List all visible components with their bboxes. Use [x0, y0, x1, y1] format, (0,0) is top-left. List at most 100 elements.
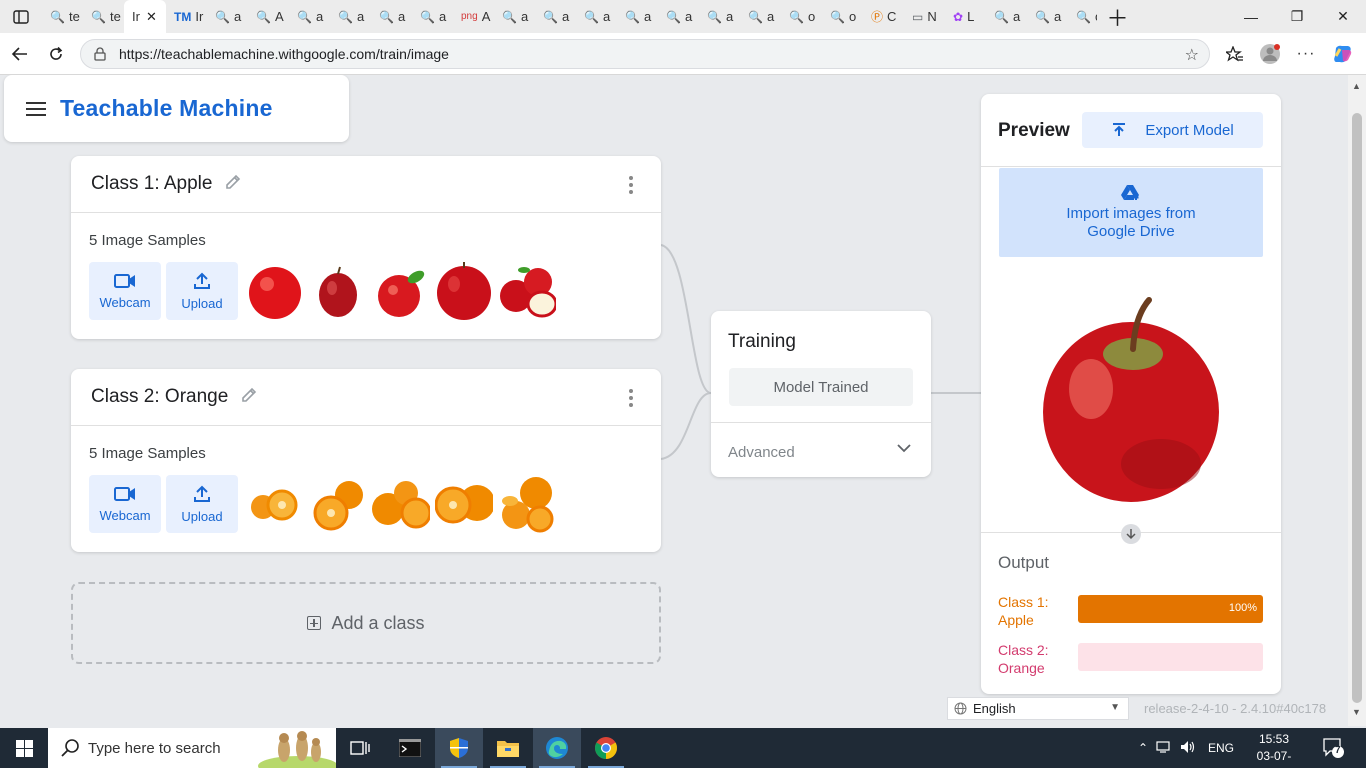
- back-icon[interactable]: [3, 37, 37, 71]
- orange-sample-image[interactable]: [434, 475, 493, 533]
- preview-apple-image: [1041, 294, 1221, 504]
- browser-tab[interactable]: 🔍 a: [699, 0, 740, 33]
- chevron-down-icon[interactable]: [897, 441, 911, 455]
- browser-tab[interactable]: TM Ir: [166, 0, 207, 33]
- terminal-icon[interactable]: [386, 728, 434, 768]
- browser-tab[interactable]: 🔍 a: [986, 0, 1027, 33]
- browser-tab[interactable]: 🔍o: [1068, 0, 1098, 33]
- network-icon[interactable]: [1156, 740, 1180, 757]
- apple-sample-image[interactable]: [497, 262, 556, 320]
- copilot-icon[interactable]: [1326, 37, 1360, 71]
- browser-tab[interactable]: 🔍 a: [740, 0, 781, 33]
- browser-tab[interactable]: 🔍 A: [248, 0, 289, 33]
- orange-sample-image[interactable]: [308, 475, 367, 533]
- class-options-icon[interactable]: [625, 176, 637, 194]
- search-icon: 🔍: [707, 9, 722, 24]
- browser-tab[interactable]: 🔍 a: [576, 0, 617, 33]
- page-scrollbar[interactable]: ▲ ▼: [1348, 75, 1366, 726]
- browser-tab[interactable]: png A: [453, 0, 494, 33]
- advanced-toggle[interactable]: Advanced: [728, 444, 795, 461]
- browser-tab[interactable]: 🔍 a: [412, 0, 453, 33]
- chevron-up-icon[interactable]: ⌃: [1138, 741, 1156, 755]
- class-title[interactable]: Class 2: Orange: [91, 386, 228, 408]
- upload-button[interactable]: Upload: [166, 475, 238, 533]
- edge-browser-icon[interactable]: [533, 728, 581, 768]
- new-tab-button[interactable]: ＋: [1098, 0, 1138, 33]
- browser-tab[interactable]: 🔍 a: [330, 0, 371, 33]
- webcam-button[interactable]: Webcam: [89, 475, 161, 533]
- windows-start-icon[interactable]: [0, 728, 48, 768]
- browser-tab[interactable]: 🔍 a: [535, 0, 576, 33]
- apple-sample-image[interactable]: [308, 262, 367, 320]
- apple-sample-image[interactable]: [434, 262, 493, 320]
- export-model-button[interactable]: Export Model: [1082, 112, 1263, 148]
- class-title[interactable]: Class 1: Apple: [91, 173, 212, 195]
- notification-center-icon[interactable]: 7: [1322, 738, 1344, 758]
- profile-avatar[interactable]: [1253, 37, 1287, 71]
- window-icon: ▭: [912, 9, 924, 24]
- taskbar-search-input[interactable]: Type here to search: [48, 728, 336, 768]
- webcam-button[interactable]: Webcam: [89, 262, 161, 320]
- menu-icon[interactable]: [26, 101, 46, 116]
- train-model-button[interactable]: Model Trained: [729, 368, 913, 406]
- system-clock[interactable]: 15:53 03-07-2025: [1248, 731, 1300, 768]
- browser-tab[interactable]: 🔍 te: [42, 0, 83, 33]
- orange-sample-image[interactable]: [371, 475, 430, 533]
- upload-button[interactable]: Upload: [166, 262, 238, 320]
- search-icon: 🔍: [666, 9, 681, 24]
- page-content: Teachable Machine Class 1: Apple 5 Image…: [0, 75, 1348, 726]
- class-options-icon[interactable]: [625, 389, 637, 407]
- input-language[interactable]: ENG: [1208, 741, 1234, 755]
- search-icon: 🔍: [994, 9, 1009, 24]
- orange-sample-image[interactable]: [497, 475, 556, 533]
- search-icon: 🔍: [50, 9, 65, 24]
- scroll-up-icon[interactable]: ▲: [1352, 81, 1361, 91]
- browser-tab[interactable]: 🔍 a: [289, 0, 330, 33]
- browser-tab[interactable]: 🔍 a: [494, 0, 535, 33]
- browser-tab[interactable]: 🔍 a: [1027, 0, 1068, 33]
- browser-tab[interactable]: 🔍 a: [658, 0, 699, 33]
- tab-actions-icon[interactable]: [0, 0, 42, 33]
- reload-icon[interactable]: [39, 37, 73, 71]
- volume-icon[interactable]: [1180, 740, 1204, 757]
- close-tab-icon[interactable]: ✕: [146, 9, 157, 25]
- chrome-browser-icon[interactable]: [582, 728, 630, 768]
- colorful-icon: ✿: [953, 9, 964, 24]
- import-google-drive-button[interactable]: Import images from Google Drive: [999, 168, 1263, 257]
- browser-tab[interactable]: ▭ N: [904, 0, 945, 33]
- favorite-star-icon[interactable]: ☆: [1185, 45, 1199, 65]
- more-options-icon[interactable]: ···: [1289, 37, 1323, 71]
- webcam-icon: [114, 486, 135, 501]
- edit-pencil-icon[interactable]: [224, 173, 242, 196]
- browser-tab[interactable]: ✿ L: [945, 0, 986, 33]
- search-icon: 🔍: [748, 9, 763, 24]
- browser-tab[interactable]: 🔍o: [822, 0, 863, 33]
- browser-tab[interactable]: 🔍o: [781, 0, 822, 33]
- task-view-icon[interactable]: [336, 728, 384, 768]
- browser-tab[interactable]: Ⓟ C: [863, 0, 904, 33]
- scrollbar-thumb[interactable]: [1352, 113, 1362, 703]
- restore-icon[interactable]: ❐: [1274, 0, 1320, 33]
- browser-tab[interactable]: 🔍 a: [371, 0, 412, 33]
- file-explorer-icon[interactable]: [484, 728, 532, 768]
- security-shield-icon[interactable]: [435, 728, 483, 768]
- export-upload-icon: [1113, 123, 1126, 136]
- favorites-icon[interactable]: [1218, 37, 1252, 71]
- site-info-icon[interactable]: [93, 46, 109, 62]
- scroll-down-icon[interactable]: ▼: [1352, 707, 1361, 717]
- add-class-button[interactable]: Add a class: [71, 582, 661, 664]
- orange-sample-image[interactable]: [245, 475, 304, 533]
- language-select[interactable]: English ▼: [947, 697, 1129, 720]
- browser-tab[interactable]: 🔍 a: [207, 0, 248, 33]
- apple-sample-image[interactable]: [371, 262, 430, 320]
- minimize-icon[interactable]: —: [1228, 0, 1274, 33]
- close-window-icon[interactable]: ✕: [1320, 0, 1366, 33]
- apple-sample-image[interactable]: [245, 262, 304, 320]
- browser-tab[interactable]: 🔍 a: [617, 0, 658, 33]
- browser-tab-active[interactable]: Ir ✕: [124, 0, 166, 33]
- browser-tab[interactable]: 🔍 te: [83, 0, 124, 33]
- address-bar[interactable]: https://teachablemachine.withgoogle.com/…: [80, 39, 1210, 69]
- search-icon: 🔍: [1035, 9, 1050, 24]
- edit-pencil-icon[interactable]: [240, 386, 258, 409]
- system-tray: ⌃ ENG: [1138, 728, 1234, 768]
